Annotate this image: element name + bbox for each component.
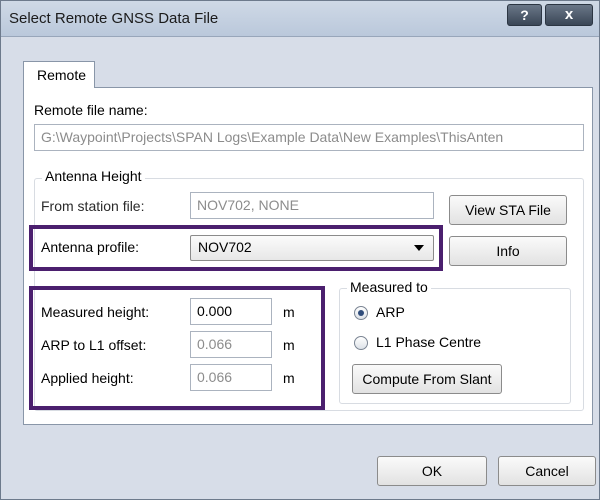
antenna-profile-value: NOV702 [198, 239, 252, 255]
close-button[interactable]: x [545, 4, 593, 26]
chevron-down-icon [414, 245, 424, 251]
window-title: Select Remote GNSS Data File [9, 10, 219, 27]
applied-height-unit: m [283, 370, 295, 386]
remote-tab-panel: Remote file name: G:\Waypoint\Projects\S… [23, 87, 593, 425]
applied-height-field[interactable]: 0.066 [190, 364, 272, 391]
measured-to-legend: Measured to [347, 279, 431, 295]
from-station-label: From station file: [41, 198, 145, 214]
remote-file-name-label: Remote file name: [34, 102, 148, 118]
from-station-field[interactable]: NOV702, NONE [190, 192, 434, 219]
measured-height-label: Measured height: [41, 304, 150, 320]
dialog-window: Select Remote GNSS Data File ? x Remote … [0, 0, 600, 500]
l1-phase-centre-radio[interactable] [354, 336, 368, 350]
tab-remote[interactable]: Remote [23, 61, 95, 88]
title-bar[interactable]: Select Remote GNSS Data File ? x [1, 1, 599, 37]
radio-selected-dot [358, 310, 364, 316]
help-button[interactable]: ? [507, 4, 542, 26]
measured-height-unit: m [283, 304, 295, 320]
measured-height-field[interactable]: 0.000 [190, 298, 272, 325]
arp-offset-field[interactable]: 0.066 [190, 331, 272, 358]
remote-file-name-field[interactable]: G:\Waypoint\Projects\SPAN Logs\Example D… [34, 124, 584, 151]
ok-button[interactable]: OK [377, 456, 487, 486]
antenna-height-legend: Antenna Height [42, 168, 145, 184]
tab-remote-label: Remote [37, 67, 87, 83]
arp-offset-label: ARP to L1 offset: [41, 337, 147, 353]
applied-height-label: Applied height: [41, 370, 134, 386]
arp-radio[interactable] [354, 306, 368, 320]
antenna-profile-label: Antenna profile: [41, 239, 140, 255]
compute-from-slant-button[interactable]: Compute From Slant [352, 364, 502, 394]
antenna-profile-dropdown[interactable]: NOV702 [190, 235, 434, 261]
l1-phase-centre-label[interactable]: L1 Phase Centre [376, 334, 481, 350]
info-button[interactable]: Info [449, 236, 567, 266]
cancel-button[interactable]: Cancel [498, 456, 596, 486]
view-sta-file-button[interactable]: View STA File [449, 195, 567, 225]
arp-radio-label[interactable]: ARP [376, 304, 405, 320]
arp-offset-unit: m [283, 337, 295, 353]
